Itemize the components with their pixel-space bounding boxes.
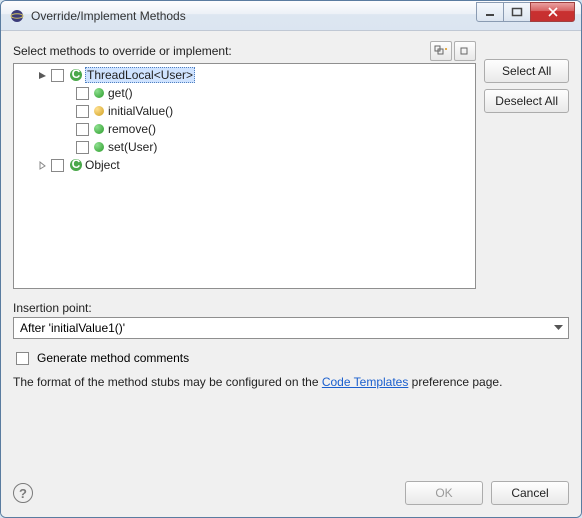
- public-method-icon: [94, 142, 104, 152]
- select-all-button[interactable]: Select All: [484, 59, 569, 83]
- collapse-all-button[interactable]: [454, 41, 476, 61]
- tree-node-class[interactable]: C ThreadLocal<User>: [16, 66, 473, 84]
- eclipse-icon: [9, 8, 25, 24]
- insertion-point-label: Insertion point:: [13, 301, 569, 315]
- protected-method-icon: [94, 106, 104, 116]
- maximize-button[interactable]: [503, 2, 531, 22]
- help-icon[interactable]: ?: [13, 483, 33, 503]
- class-icon: C: [69, 68, 83, 82]
- ok-button[interactable]: OK: [405, 481, 483, 505]
- checkbox[interactable]: [76, 123, 89, 136]
- close-button[interactable]: [530, 2, 575, 22]
- class-icon: C: [69, 158, 83, 172]
- tree-node-method[interactable]: remove(): [16, 120, 473, 138]
- chevron-down-icon: [550, 325, 566, 331]
- tree-node-label: remove(): [108, 122, 156, 136]
- tree-node-label: Object: [85, 158, 120, 172]
- tree-node-label: get(): [108, 86, 133, 100]
- methods-tree[interactable]: C ThreadLocal<User> get() initialValue(): [13, 63, 476, 289]
- window-title: Override/Implement Methods: [31, 9, 477, 23]
- dialog-content: Select methods to override or implement:…: [1, 31, 581, 517]
- minimize-button[interactable]: [476, 2, 504, 22]
- combo-value: After 'initialValue1()': [20, 321, 550, 335]
- tree-node-label: set(User): [108, 140, 157, 154]
- select-methods-label: Select methods to override or implement:: [13, 44, 428, 58]
- checkbox[interactable]: [76, 141, 89, 154]
- expand-all-button[interactable]: [430, 41, 452, 61]
- hint-text: The format of the method stubs may be co…: [13, 375, 569, 389]
- tree-node-method[interactable]: set(User): [16, 138, 473, 156]
- cancel-button[interactable]: Cancel: [491, 481, 569, 505]
- public-method-icon: [94, 88, 104, 98]
- tree-node-label: ThreadLocal<User>: [85, 67, 195, 83]
- tree-node-method[interactable]: initialValue(): [16, 102, 473, 120]
- generate-comments-checkbox[interactable]: [16, 352, 29, 365]
- dialog-window: Override/Implement Methods Select method…: [0, 0, 582, 518]
- insertion-point-combo[interactable]: After 'initialValue1()': [13, 317, 569, 339]
- checkbox[interactable]: [76, 105, 89, 118]
- tree-node-class[interactable]: C Object: [16, 156, 473, 174]
- checkbox[interactable]: [51, 159, 64, 172]
- public-method-icon: [94, 124, 104, 134]
- svg-text:C: C: [72, 68, 81, 81]
- svg-text:C: C: [72, 158, 81, 171]
- tree-node-method[interactable]: get(): [16, 84, 473, 102]
- tree-node-label: initialValue(): [108, 104, 173, 118]
- checkbox[interactable]: [76, 87, 89, 100]
- code-templates-link[interactable]: Code Templates: [322, 375, 409, 389]
- checkbox[interactable]: [51, 69, 64, 82]
- window-controls: [477, 2, 575, 22]
- expander-expanded-icon[interactable]: [36, 69, 48, 81]
- generate-comments-label: Generate method comments: [37, 351, 189, 365]
- deselect-all-button[interactable]: Deselect All: [484, 89, 569, 113]
- titlebar[interactable]: Override/Implement Methods: [1, 1, 581, 31]
- expander-collapsed-icon[interactable]: [36, 159, 48, 171]
